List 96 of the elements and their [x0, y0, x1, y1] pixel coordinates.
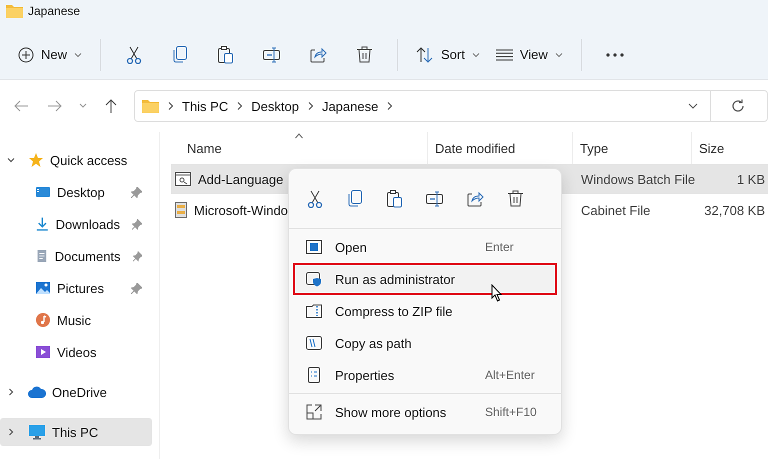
share-icon: [310, 46, 327, 62]
chevron-right-icon: [168, 102, 174, 110]
cabinet-file-icon: [175, 202, 187, 218]
breadcrumb-item[interactable]: Japanese: [322, 98, 378, 114]
chevron-right-icon: [308, 102, 314, 110]
scissors-icon: [307, 190, 323, 208]
star-icon: [28, 152, 44, 168]
copy-icon: [348, 190, 362, 207]
scissors-icon: [126, 46, 142, 64]
sidebar-item[interactable]: Pictures: [0, 272, 152, 304]
chevron-down-icon[interactable]: [6, 155, 16, 165]
breadcrumb-item[interactable]: This PC: [182, 98, 228, 114]
properties-icon: [308, 367, 320, 383]
document-icon: [35, 248, 49, 264]
path-icon: [306, 336, 322, 350]
chevron-down-icon[interactable]: [688, 103, 698, 109]
file-type: Windows Batch File: [581, 172, 696, 186]
sidebar-label: Quick access: [50, 152, 128, 168]
folder-icon: [6, 4, 23, 18]
shortcut-label: Alt+Enter: [485, 368, 536, 382]
rename-icon: [263, 46, 282, 62]
more-icon: [606, 52, 624, 56]
menu-item[interactable]: Show more options Shift+F10: [293, 396, 557, 428]
sidebar-label: Music: [57, 312, 91, 328]
chevron-down-icon: [79, 103, 87, 109]
sidebar-label: OneDrive: [52, 384, 107, 400]
menu-item[interactable]: Run as administrator: [293, 263, 557, 295]
sort-icon: [416, 46, 434, 62]
list-icon: [496, 48, 513, 60]
sort-button[interactable]: Sort: [408, 36, 488, 72]
sidebar-label: This PC: [52, 424, 98, 440]
clipboard-icon: [218, 46, 234, 64]
breadcrumb-item[interactable]: Desktop: [251, 98, 299, 114]
shortcut-label: Shift+F10: [485, 405, 538, 419]
cursor-icon: [491, 284, 503, 302]
folder-icon: [142, 99, 159, 113]
sidebar-item[interactable]: Documents: [0, 240, 152, 272]
file-type: Cabinet File: [581, 202, 650, 218]
chevron-right-icon: [387, 102, 394, 110]
sidebar-item[interactable]: Videos: [0, 336, 152, 368]
sidebar-item[interactable]: Desktop: [0, 176, 152, 208]
address-bar[interactable]: This PC Desktop Japanese: [134, 90, 768, 122]
refresh-icon[interactable]: [731, 99, 745, 113]
chevron-right-icon: [237, 102, 244, 110]
shortcut-label: Enter: [485, 240, 515, 254]
sidebar-item[interactable]: Quick access: [0, 144, 152, 176]
file-row[interactable]: Microsoft-Windo Cabinet File 32,708 KB: [171, 195, 768, 225]
back-arrow-icon: [14, 100, 28, 112]
sidebar-item[interactable]: This PC: [0, 418, 152, 446]
file-name: Microsoft-Windo: [194, 202, 288, 218]
file-size: 32,708 KB: [704, 202, 765, 218]
sidebar-item[interactable]: Downloads: [0, 208, 152, 240]
view-button[interactable]: View: [488, 36, 571, 72]
download-icon: [35, 216, 50, 232]
chevron-down-icon: [74, 50, 82, 58]
desktop-icon: [35, 184, 51, 200]
video-icon: [35, 344, 51, 360]
sidebar-item[interactable]: OneDrive: [0, 376, 152, 408]
cloud-icon: [28, 386, 46, 398]
music-icon: [35, 312, 51, 328]
menu-item[interactable]: Open Enter: [293, 231, 557, 263]
trash-icon: [508, 190, 522, 207]
chevron-right-icon[interactable]: [6, 387, 16, 397]
sidebar-label: Videos: [57, 344, 97, 360]
new-button[interactable]: New: [10, 36, 90, 72]
menu-item[interactable]: Compress to ZIP file: [293, 295, 557, 327]
menu-item[interactable]: Properties Alt+Enter: [293, 359, 557, 391]
column-header[interactable]: Size: [692, 132, 768, 164]
clipboard-icon: [387, 190, 403, 208]
copy-icon: [173, 46, 188, 63]
sort-caret-icon: [294, 133, 304, 139]
sidebar-label: Pictures: [57, 280, 104, 296]
sidebar-item[interactable]: Music: [0, 304, 152, 336]
chevron-down-icon: [472, 50, 480, 58]
chevron-right-icon[interactable]: [6, 427, 16, 437]
chevron-down-icon: [554, 50, 563, 58]
rename-icon: [426, 190, 444, 206]
window-icon: [306, 240, 322, 254]
sidebar-label: Downloads: [56, 216, 120, 232]
pictures-icon: [35, 280, 51, 296]
expand-icon: [306, 404, 322, 420]
monitor-icon: [28, 424, 46, 440]
forward-arrow-icon: [48, 100, 62, 112]
file-name: Add-Language: [198, 172, 284, 186]
batch-file-icon: [175, 172, 191, 186]
up-arrow-icon: [105, 99, 117, 113]
menu-item[interactable]: Copy as path: [293, 327, 557, 359]
shield-icon: [306, 271, 322, 287]
share-icon: [466, 190, 484, 206]
trash-icon: [356, 46, 372, 63]
plus-icon: [18, 46, 34, 62]
sidebar-label: Desktop: [57, 184, 105, 200]
zip-folder-icon: [306, 304, 322, 318]
file-size: 1 KB: [736, 172, 765, 186]
sidebar-label: Documents: [54, 248, 121, 264]
window-title: Japanese: [28, 4, 80, 18]
